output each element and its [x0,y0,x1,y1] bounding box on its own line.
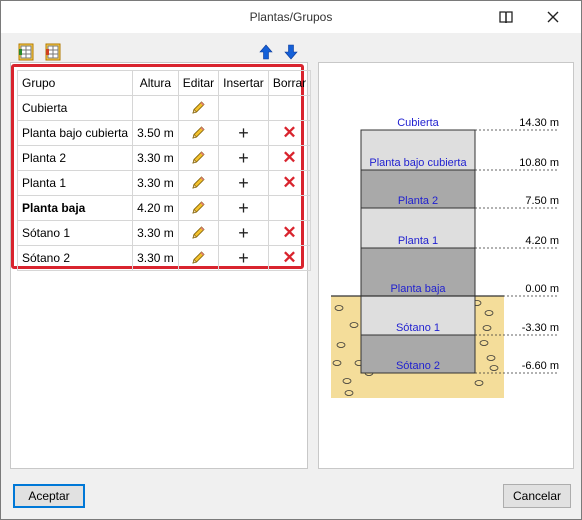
delete-x-icon[interactable]: ✕ [267,245,312,271]
height-cell[interactable]: 3.30 m [132,145,179,171]
height-cell[interactable] [132,95,179,121]
elevation-label: 4.20 m [525,235,559,247]
insert-plus-icon[interactable]: + [218,220,269,246]
height-cell[interactable]: 3.30 m [132,245,179,271]
delete-empty-cell [267,95,312,121]
groups-table-panel: Grupo Altura Editar Insertar Borrar Cubi… [10,62,312,469]
move-down-arrow-icon[interactable] [284,44,298,60]
edit-pencil-icon[interactable] [177,220,220,246]
table-row[interactable]: Planta 1 3.30 m + ✕ [16,170,312,196]
table-row[interactable]: Sótano 1 3.30 m + ✕ [16,220,312,246]
cancel-button[interactable]: Cancelar [503,484,571,508]
column-header-editar: Editar [177,70,220,96]
edit-pencil-icon[interactable] [177,170,220,196]
level-label: Cubierta [397,117,439,129]
height-cell[interactable]: 3.30 m [132,170,179,196]
title-bar: Plantas/Grupos [1,1,581,33]
insert-plus-icon[interactable]: + [218,120,269,146]
table-header-row: Grupo Altura Editar Insertar Borrar [16,70,312,96]
edit-pencil-icon[interactable] [177,195,220,221]
column-header-borrar: Borrar [267,70,312,96]
height-cell[interactable]: 4.20 m [132,195,179,221]
export-table-icon[interactable] [18,43,34,61]
elevation-label: -6.60 m [522,360,559,372]
height-cell[interactable]: 3.50 m [132,120,179,146]
edit-pencil-icon[interactable] [177,245,220,271]
column-header-insertar: Insertar [218,70,269,96]
help-book-icon[interactable] [495,7,517,27]
level-label: Planta baja [390,283,446,295]
edit-pencil-icon[interactable] [177,95,220,121]
dialog-window: Plantas/Grupos Grupo Altura Editar Inser… [0,0,582,520]
table-row[interactable]: Cubierta [16,95,312,121]
level-label: Planta 2 [398,195,438,207]
table-highlight-frame: Grupo Altura Editar Insertar Borrar Cubi… [11,64,312,271]
import-table-icon[interactable] [45,43,61,61]
elevation-label: 0.00 m [525,283,559,295]
delete-x-icon[interactable]: ✕ [267,170,312,196]
level-label: Sótano 1 [396,322,440,334]
group-name-cell[interactable]: Sótano 1 [16,220,134,246]
group-name-cell[interactable]: Planta baja [16,195,134,221]
groups-table: Grupo Altura Editar Insertar Borrar Cubi… [16,70,312,271]
delete-empty-cell [267,195,312,221]
column-header-altura: Altura [132,70,179,96]
group-name-cell[interactable]: Planta 1 [16,170,134,196]
table-row[interactable]: Planta bajo cubierta 3.50 m + ✕ [16,120,312,146]
move-up-arrow-icon[interactable] [259,44,273,60]
level-label: Planta 1 [398,235,438,247]
delete-x-icon[interactable]: ✕ [267,120,312,146]
edit-pencil-icon[interactable] [177,120,220,146]
level-label: Sótano 2 [396,360,440,372]
accept-button[interactable]: Aceptar [13,484,85,508]
column-header-grupo: Grupo [16,70,134,96]
insert-plus-icon[interactable]: + [218,170,269,196]
elevation-label: -3.30 m [522,322,559,334]
window-title: Plantas/Grupos [249,10,333,24]
height-cell[interactable]: 3.30 m [132,220,179,246]
building-section-diagram: Cubierta 14.30 m Planta bajo cubierta 10.80… [331,117,559,398]
insert-empty-cell [218,95,269,121]
insert-plus-icon[interactable]: + [218,145,269,171]
group-name-cell[interactable]: Cubierta [16,95,134,121]
group-name-cell[interactable]: Sótano 2 [16,245,134,271]
table-row[interactable]: Planta baja 4.20 m + [16,195,312,221]
table-row[interactable]: Sótano 2 3.30 m + ✕ [16,245,312,271]
insert-plus-icon[interactable]: + [218,195,269,221]
group-name-cell[interactable]: Planta bajo cubierta [16,120,134,146]
elevation-label: 10.80 m [519,157,559,169]
delete-x-icon[interactable]: ✕ [267,220,312,246]
building-diagram-panel: Cubierta 14.30 m Planta bajo cubierta 10.80… [318,62,574,469]
delete-x-icon[interactable]: ✕ [267,145,312,171]
group-name-cell[interactable]: Planta 2 [16,145,134,171]
table-row[interactable]: Planta 2 3.30 m + ✕ [16,145,312,171]
insert-plus-icon[interactable]: + [218,245,269,271]
elevation-label: 7.50 m [525,195,559,207]
elevation-label: 14.30 m [519,117,559,129]
level-label: Planta bajo cubierta [369,157,467,169]
close-icon[interactable] [542,7,564,27]
edit-pencil-icon[interactable] [177,145,220,171]
